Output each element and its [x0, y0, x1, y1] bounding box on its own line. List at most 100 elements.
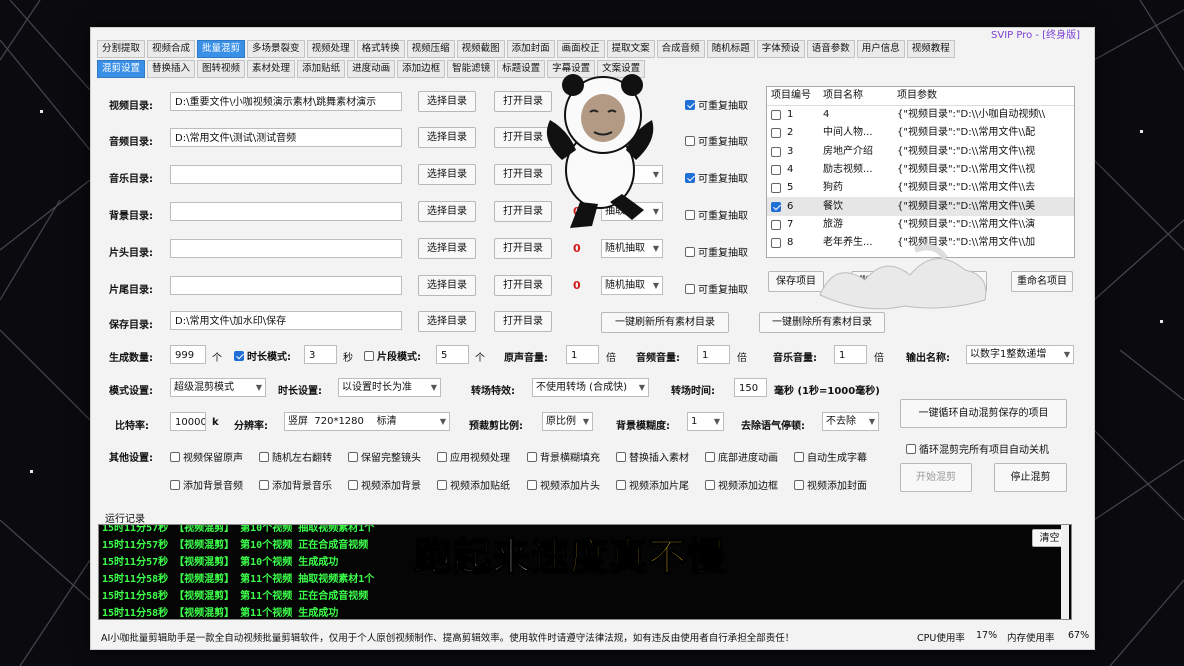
tab-11[interactable]: 合成音频: [656, 40, 705, 58]
rename-project-button[interactable]: 重命名项目: [1011, 271, 1073, 292]
option-checkbox[interactable]: 添加背景音乐: [259, 477, 332, 492]
dir-input-5[interactable]: [170, 276, 402, 295]
tab-1[interactable]: 视频合成: [147, 40, 196, 58]
subtab-4[interactable]: 添加贴纸: [297, 60, 346, 78]
project-row[interactable]: 1 4 {"视频目录":"D:\\小咖自动视频\\: [767, 106, 1074, 124]
orig-vol-input[interactable]: 1: [566, 345, 599, 364]
project-list[interactable]: 项目编号 项目名称 项目参数 1 4 {"视频目录":"D:\\小咖自动视频\\ 2 中…: [766, 86, 1075, 258]
option-checkbox[interactable]: 视频添加贴纸: [437, 477, 510, 492]
subtab-5[interactable]: 进度动画: [347, 60, 396, 78]
dir-input-3[interactable]: [170, 202, 402, 221]
choose-dir-button-1[interactable]: 选择目录: [418, 127, 476, 148]
subtab-7[interactable]: 智能滤镜: [447, 60, 496, 78]
checkbox-box[interactable]: [771, 238, 781, 249]
dir-mode-select-5[interactable]: 随机抽取 ▼: [601, 276, 663, 295]
tab-8[interactable]: 添加封面: [506, 40, 555, 58]
option-checkbox[interactable]: 自动生成字幕: [794, 449, 867, 464]
tab-9[interactable]: 画面校正: [556, 40, 605, 58]
mode-select[interactable]: 超级混剪模式 ▼: [170, 378, 266, 397]
tab-4[interactable]: 视频处理: [306, 40, 355, 58]
checkbox-box[interactable]: [771, 165, 781, 176]
pause-select[interactable]: 不去除 ▼: [822, 412, 879, 431]
transition-time-input[interactable]: 150: [734, 378, 767, 397]
option-checkbox[interactable]: 添加背景音频: [170, 477, 243, 492]
choose-dir-button-5[interactable]: 选择目录: [418, 275, 476, 296]
dir-input-2[interactable]: [170, 165, 402, 184]
option-checkbox[interactable]: 应用视频处理: [437, 449, 510, 464]
checkbox-box[interactable]: [771, 146, 781, 157]
tab-7[interactable]: 视频截图: [456, 40, 505, 58]
tab-0[interactable]: 分割提取: [97, 40, 146, 58]
choose-dir-button-3[interactable]: 选择目录: [418, 201, 476, 222]
choose-dir-button-4[interactable]: 选择目录: [418, 238, 476, 259]
loop-projects-button[interactable]: 一键循环自动混剪保存的项目: [900, 399, 1067, 428]
checkbox-box[interactable]: [771, 128, 781, 139]
clip-mode-checkbox[interactable]: 片段模式:: [364, 348, 421, 363]
option-checkbox[interactable]: 视频添加片头: [527, 477, 600, 492]
option-checkbox[interactable]: 底部进度动画: [705, 449, 778, 464]
repeat-checkbox-2[interactable]: 可重复抽取: [685, 170, 748, 185]
option-checkbox[interactable]: 视频添加片尾: [616, 477, 689, 492]
project-row[interactable]: 3 房地产介绍 {"视频目录":"D:\\常用文件\\视: [767, 143, 1074, 161]
option-checkbox[interactable]: 替换插入素材: [616, 449, 689, 464]
save-dir-open-button[interactable]: 打开目录: [494, 311, 552, 332]
tab-12[interactable]: 随机标题: [706, 40, 755, 58]
open-dir-button-4[interactable]: 打开目录: [494, 238, 552, 259]
choose-dir-button-2[interactable]: 选择目录: [418, 164, 476, 185]
option-checkbox[interactable]: 视频保留原声: [170, 449, 243, 464]
crop-ratio-select[interactable]: 原比例 ▼: [542, 412, 593, 431]
repeat-checkbox-0[interactable]: 可重复抽取: [685, 97, 748, 112]
dir-mode-select-4[interactable]: 随机抽取 ▼: [601, 239, 663, 258]
subtab-3[interactable]: 素材处理: [247, 60, 296, 78]
checkbox-box[interactable]: [771, 183, 781, 194]
tab-14[interactable]: 语音参数: [806, 40, 855, 58]
transition-select[interactable]: 不使用转场 (合成快) ▼: [532, 378, 649, 397]
duration-input[interactable]: 3: [304, 345, 337, 364]
music-vol-input[interactable]: 1: [834, 345, 867, 364]
tab-10[interactable]: 提取文案: [606, 40, 655, 58]
tab-3[interactable]: 多场景裂变: [247, 40, 305, 58]
count-input[interactable]: 999: [170, 345, 206, 364]
tab-6[interactable]: 视频压缩: [406, 40, 455, 58]
auto-shutdown-checkbox[interactable]: 循环混剪完所有项目自动关机: [906, 441, 1049, 456]
dir-input-0[interactable]: D:\重要文件\小咖视频演示素材\跳舞素材演示: [170, 92, 402, 111]
blur-select[interactable]: 1 ▼: [687, 412, 724, 431]
repeat-checkbox-3[interactable]: 可重复抽取: [685, 207, 748, 222]
option-checkbox[interactable]: 视频添加边框: [705, 477, 778, 492]
repeat-checkbox-1[interactable]: 可重复抽取: [685, 133, 748, 148]
project-row[interactable]: 2 中间人物... {"视频目录":"D:\\常用文件\\配: [767, 124, 1074, 142]
output-select[interactable]: 以数字1整数递增 ▼: [966, 345, 1074, 364]
tab-5[interactable]: 格式转换: [356, 40, 405, 58]
subtab-0[interactable]: 混剪设置: [97, 60, 146, 78]
dir-input-4[interactable]: [170, 239, 402, 258]
project-row[interactable]: 4 励志视频... {"视频目录":"D:\\常用文件\\视: [767, 161, 1074, 179]
option-checkbox[interactable]: 随机左右翻转: [259, 449, 332, 464]
option-checkbox[interactable]: 视频添加封面: [794, 477, 867, 492]
subtab-6[interactable]: 添加边框: [397, 60, 446, 78]
audio-vol-input[interactable]: 1: [697, 345, 730, 364]
subtab-8[interactable]: 标题设置: [497, 60, 546, 78]
choose-dir-button-0[interactable]: 选择目录: [418, 91, 476, 112]
log-scrollbar[interactable]: [1061, 525, 1069, 619]
repeat-checkbox-5[interactable]: 可重复抽取: [685, 281, 748, 296]
repeat-checkbox-4[interactable]: 可重复抽取: [685, 244, 748, 259]
resolution-select[interactable]: 竖屏 720*1280 标清 ▼: [284, 412, 450, 431]
subtab-2[interactable]: 图转视频: [197, 60, 246, 78]
start-button[interactable]: 开始混剪: [900, 463, 972, 492]
option-checkbox[interactable]: 保留完整镜头: [348, 449, 421, 464]
checkbox-box[interactable]: [771, 219, 781, 230]
stop-button[interactable]: 停止混剪: [994, 463, 1067, 492]
project-row[interactable]: 5 狗药 {"视频目录":"D:\\常用文件\\去: [767, 179, 1074, 197]
tab-16[interactable]: 视频教程: [906, 40, 955, 58]
tab-13[interactable]: 字体预设: [756, 40, 805, 58]
clip-input[interactable]: 5: [436, 345, 469, 364]
checkbox-box[interactable]: [771, 110, 781, 121]
save-dir-choose-button[interactable]: 选择目录: [418, 311, 476, 332]
project-row[interactable]: 7 旅游 {"视频目录":"D:\\常用文件\\演: [767, 216, 1074, 234]
bitrate-input[interactable]: 10000: [170, 412, 206, 431]
subtab-1[interactable]: 替换插入: [147, 60, 196, 78]
dir-input-1[interactable]: D:\常用文件\测试\测试音频: [170, 128, 402, 147]
tab-15[interactable]: 用户信息: [856, 40, 905, 58]
duration-setting-select[interactable]: 以设置时长为准 ▼: [338, 378, 441, 397]
open-dir-button-5[interactable]: 打开目录: [494, 275, 552, 296]
